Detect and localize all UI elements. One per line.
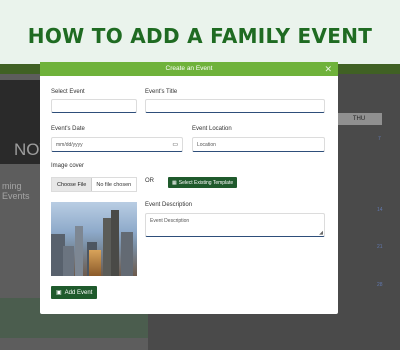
resize-handle-icon[interactable]: ◢: [319, 230, 323, 236]
calendar-icon[interactable]: ▭: [172, 141, 178, 148]
events-date-input[interactable]: mm/dd/yyyy ▭: [51, 137, 183, 152]
events-date-label: Event's Date: [51, 126, 85, 132]
no-file-text: No file chosen: [96, 181, 132, 188]
create-event-modal: Create an Event ✕ Select Event Event's T…: [40, 62, 338, 314]
date-placeholder: mm/dd/yyyy: [56, 141, 83, 148]
page-headline: HOW TO ADD A FAMILY EVENT: [27, 24, 373, 48]
modal-title: Create an Event: [165, 65, 213, 72]
event-description-label: Event Description: [145, 202, 193, 208]
event-location-input[interactable]: Location: [192, 137, 325, 152]
add-event-button[interactable]: ▣ Add Event: [51, 286, 98, 299]
select-event-input[interactable]: [51, 99, 137, 113]
image-cover-file-input[interactable]: Choose File No file chosen: [51, 177, 137, 192]
choose-file-button[interactable]: Choose File: [52, 178, 93, 191]
select-existing-template-button[interactable]: ▦ Select Existing Template: [168, 177, 238, 188]
event-location-label: Event Location: [192, 126, 232, 132]
events-title-input[interactable]: [145, 99, 325, 113]
image-cover-label: Image cover: [51, 163, 85, 169]
add-event-icon: ▣: [56, 290, 62, 296]
event-description-textarea[interactable]: Event Description ◢: [145, 213, 325, 237]
template-icon: ▦: [172, 179, 177, 186]
select-template-label: Select Existing Template: [178, 179, 234, 186]
close-icon[interactable]: ✕: [324, 62, 332, 76]
description-placeholder: Event Description: [150, 218, 190, 224]
modal-header: Create an Event ✕: [40, 62, 338, 76]
add-event-label: Add Event: [64, 289, 93, 296]
or-text: OR: [145, 178, 154, 184]
location-placeholder: Location: [197, 141, 216, 148]
image-cover-preview: [51, 202, 137, 276]
events-title-label: Event's Title: [145, 89, 178, 95]
select-event-label: Select Event: [51, 89, 85, 95]
